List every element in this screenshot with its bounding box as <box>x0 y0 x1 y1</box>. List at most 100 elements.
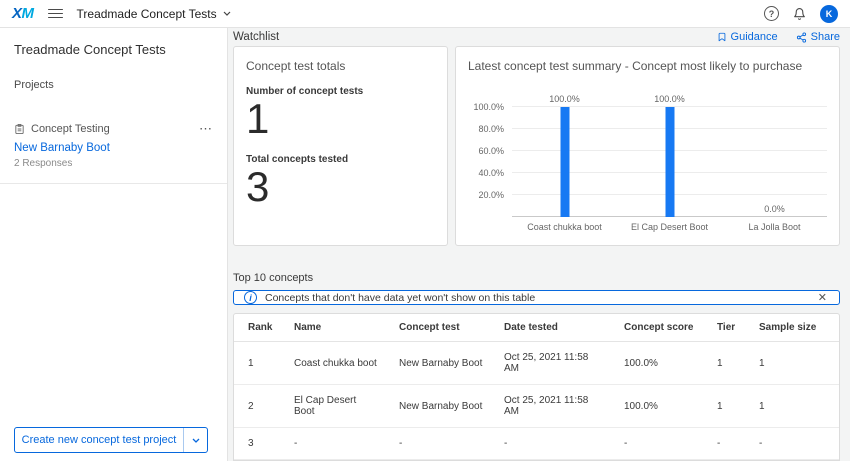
notifications-bell-icon[interactable] <box>793 7 806 21</box>
watchlist-title: Watchlist <box>233 31 279 43</box>
cell-date-tested: Oct 25, 2021 11:58 AM <box>494 342 614 385</box>
x-category-label: La Jolla Boot <box>722 222 827 232</box>
cell-tier: - <box>707 428 749 460</box>
cell-concept-score: 100.0% <box>614 342 707 385</box>
cell-sample-size: 1 <box>749 385 839 428</box>
chart-card-title: Latest concept test summary - Concept mo… <box>468 59 827 73</box>
user-avatar[interactable]: K <box>820 5 838 23</box>
more-options-icon[interactable]: ⋯ <box>199 125 213 133</box>
top10-table-card: Rank Name Concept test Date tested Conce… <box>233 313 840 461</box>
close-icon[interactable]: ✕ <box>816 291 829 304</box>
bookmark-icon <box>717 31 727 43</box>
y-tick-label: 20.0% <box>478 190 504 200</box>
chart-y-axis: 100.0% 80.0% 60.0% 40.0% 20.0% <box>468 107 512 217</box>
responses-count: 2 Responses <box>14 158 213 169</box>
topbar-actions: ? K <box>764 5 838 23</box>
main-actions: Guidance Share <box>717 31 840 43</box>
cell-concept-test: New Barnaby Boot <box>389 385 494 428</box>
create-project-button[interactable]: Create new concept test project <box>14 427 208 453</box>
cell-date-tested: - <box>494 428 614 460</box>
project-block: Concept Testing ⋯ New Barnaby Boot 2 Res… <box>14 123 213 184</box>
bar <box>665 107 674 217</box>
hamburger-menu-icon[interactable] <box>48 9 63 19</box>
table-row: 3 - - - - - - <box>234 428 839 460</box>
bar-column: 100.0% <box>512 107 617 217</box>
y-tick-label: 80.0% <box>478 124 504 134</box>
info-banner: i Concepts that don't have data yet won'… <box>233 290 840 305</box>
cell-rank: 1 <box>234 342 284 385</box>
sidebar-divider <box>0 183 227 184</box>
col-header-tier: Tier <box>707 314 749 342</box>
table-header-row: Rank Name Concept test Date tested Conce… <box>234 314 839 342</box>
help-icon[interactable]: ? <box>764 6 779 21</box>
col-header-date-tested: Date tested <box>494 314 614 342</box>
project-selector[interactable]: Treadmade Concept Tests <box>77 7 231 21</box>
cell-name: El Cap Desert Boot <box>284 385 389 428</box>
y-tick-label: 40.0% <box>478 168 504 178</box>
bar <box>560 107 569 217</box>
info-icon: i <box>244 291 257 304</box>
guidance-button[interactable]: Guidance <box>717 31 778 43</box>
sidebar: Treadmade Concept Tests Projects Concept… <box>0 28 228 461</box>
metric-value-concepts-tested: 3 <box>246 165 435 209</box>
x-category-label: Coast chukka boot <box>512 222 617 232</box>
share-button[interactable]: Share <box>796 31 840 43</box>
col-header-concept-test: Concept test <box>389 314 494 342</box>
logo-letter-m: M <box>22 5 34 22</box>
cell-rank: 2 <box>234 385 284 428</box>
share-label: Share <box>811 31 840 43</box>
y-tick-label: 100.0% <box>473 102 504 112</box>
app-window: XM Treadmade Concept Tests ? K Treadmade… <box>0 0 850 461</box>
create-project-button-label: Create new concept test project <box>15 428 183 452</box>
metric-value-concept-tests: 1 <box>246 97 435 141</box>
share-icon <box>796 32 807 43</box>
table-row: 2 El Cap Desert Boot New Barnaby Boot Oc… <box>234 385 839 428</box>
create-project-dropdown-toggle[interactable] <box>183 428 207 452</box>
bar-value-label: 0.0% <box>764 204 785 214</box>
chevron-down-icon <box>192 438 200 443</box>
bar-column: 0.0% <box>722 107 827 217</box>
bar-chart: 100.0% 80.0% 60.0% 40.0% 20.0% <box>468 107 827 217</box>
project-row[interactable]: Concept Testing ⋯ <box>14 123 213 135</box>
totals-card-title: Concept test totals <box>246 59 435 73</box>
bar-value-label: 100.0% <box>549 94 580 104</box>
cell-date-tested: Oct 25, 2021 11:58 AM <box>494 385 614 428</box>
cell-name: Coast chukka boot <box>284 342 389 385</box>
bar-value-label: 100.0% <box>654 94 685 104</box>
cell-concept-score: - <box>614 428 707 460</box>
sidebar-title: Treadmade Concept Tests <box>14 42 213 57</box>
bars-container: 100.0% 100.0% 0.0% <box>512 107 827 217</box>
col-header-name: Name <box>284 314 389 342</box>
metric-label-concept-tests: Number of concept tests <box>246 86 435 97</box>
bar-column: 100.0% <box>617 107 722 217</box>
cell-concept-test: - <box>389 428 494 460</box>
cell-tier: 1 <box>707 342 749 385</box>
concept-test-totals-card: Concept test totals Number of concept te… <box>233 46 448 246</box>
project-selector-label: Treadmade Concept Tests <box>77 7 217 21</box>
project-type-label: Concept Testing <box>31 123 110 135</box>
cell-concept-test: New Barnaby Boot <box>389 342 494 385</box>
table-row: 1 Coast chukka boot New Barnaby Boot Oct… <box>234 342 839 385</box>
cell-sample-size: 1 <box>749 342 839 385</box>
project-link[interactable]: New Barnaby Boot <box>14 142 213 154</box>
col-header-sample-size: Sample size <box>749 314 839 342</box>
top-bar: XM Treadmade Concept Tests ? K <box>0 0 850 28</box>
chevron-down-icon <box>223 11 231 16</box>
x-category-label: El Cap Desert Boot <box>617 222 722 232</box>
main-header: Watchlist Guidance Share <box>233 28 840 46</box>
summary-cards-row: Concept test totals Number of concept te… <box>233 46 840 246</box>
col-header-concept-score: Concept score <box>614 314 707 342</box>
chart-plot-area: 100.0% 100.0% 0.0% <box>512 107 827 217</box>
col-header-rank: Rank <box>234 314 284 342</box>
xm-logo[interactable]: XM <box>12 5 34 22</box>
top10-table: Rank Name Concept test Date tested Conce… <box>234 314 839 460</box>
chart-x-axis-labels: Coast chukka boot El Cap Desert Boot La … <box>512 222 827 232</box>
main-content: Watchlist Guidance Share Concept test to… <box>228 28 850 461</box>
y-tick-label: 60.0% <box>478 146 504 156</box>
projects-section-label: Projects <box>14 79 213 91</box>
latest-summary-chart-card: Latest concept test summary - Concept mo… <box>455 46 840 246</box>
cell-sample-size: - <box>749 428 839 460</box>
guidance-label: Guidance <box>731 31 778 43</box>
metric-label-concepts-tested: Total concepts tested <box>246 154 435 165</box>
cell-tier: 1 <box>707 385 749 428</box>
